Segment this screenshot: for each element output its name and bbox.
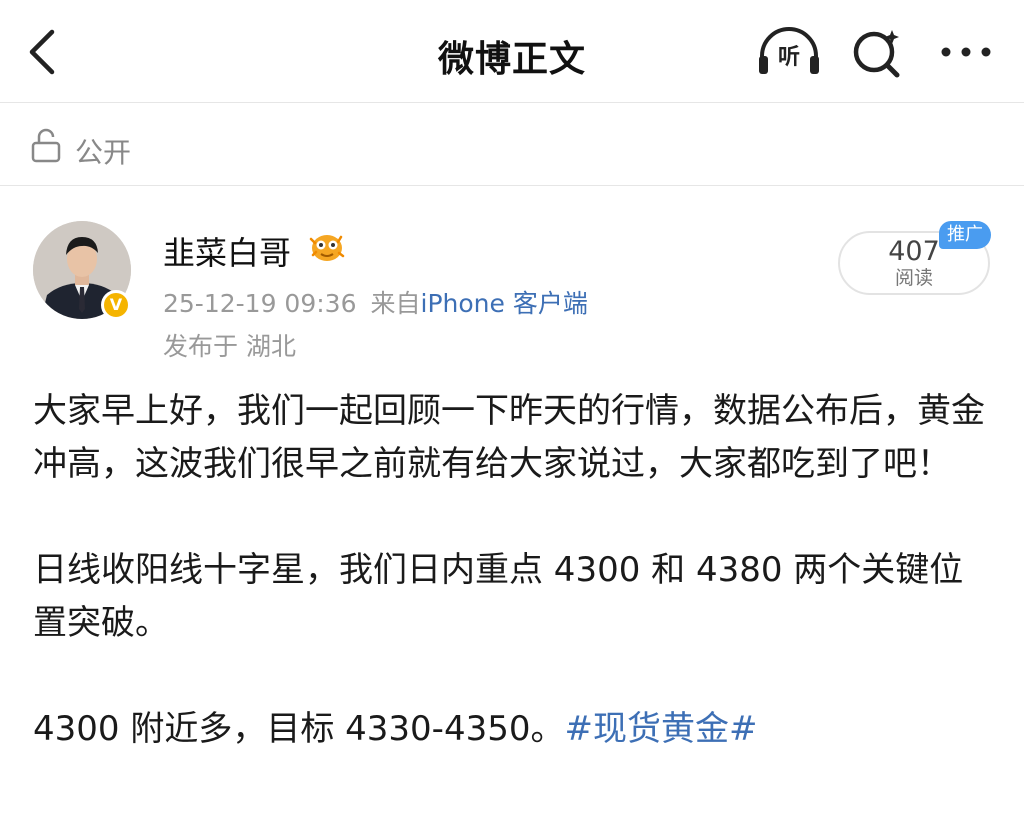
post-meta: 25-12-19 09:36 来自iPhone 客户端: [163, 284, 588, 320]
source-prefix: 来自: [370, 289, 421, 318]
fish-emoji-icon: [309, 235, 345, 261]
visibility-bar: [0, 104, 1024, 186]
post-paragraph: 日线收阳线十字星，我们日内重点 4300 和 4380 两个关键位置突破。: [33, 550, 964, 643]
lock-icon: [31, 128, 61, 163]
post-paragraph: 大家早上好，我们一起回顾一下昨天的行情，数据公布后，黄金冲高，这波我们很早之前就…: [33, 391, 985, 484]
post-location: 发布于 湖北: [163, 332, 296, 361]
hashtag-link[interactable]: #现货黄金#: [564, 709, 757, 749]
author-name[interactable]: 韭菜白哥: [163, 228, 291, 274]
post-body: 大家早上好，我们一起回顾一下昨天的行情，数据公布后，黄金冲高，这波我们很早之前就…: [33, 385, 993, 756]
post-text: 4300 附近多，目标 4330-4350。: [33, 709, 565, 749]
search-icon[interactable]: [850, 26, 906, 78]
post-paragraph: 4300 附近多，目标 4330-4350。#现货黄金#: [33, 703, 993, 756]
visibility-label: 公开: [75, 136, 132, 169]
top-navbar: 微博正文 听: [0, 0, 1024, 103]
listen-label: 听: [777, 45, 800, 70]
promo-tag[interactable]: 推广: [939, 221, 991, 249]
read-label: 阅读: [894, 267, 933, 289]
listen-button[interactable]: 听: [756, 26, 822, 78]
more-icon[interactable]: [936, 30, 996, 74]
verified-badge: V: [101, 290, 131, 320]
post-source-link[interactable]: iPhone 客户端: [421, 289, 588, 318]
post-timestamp: 25-12-19 09:36: [163, 289, 357, 318]
